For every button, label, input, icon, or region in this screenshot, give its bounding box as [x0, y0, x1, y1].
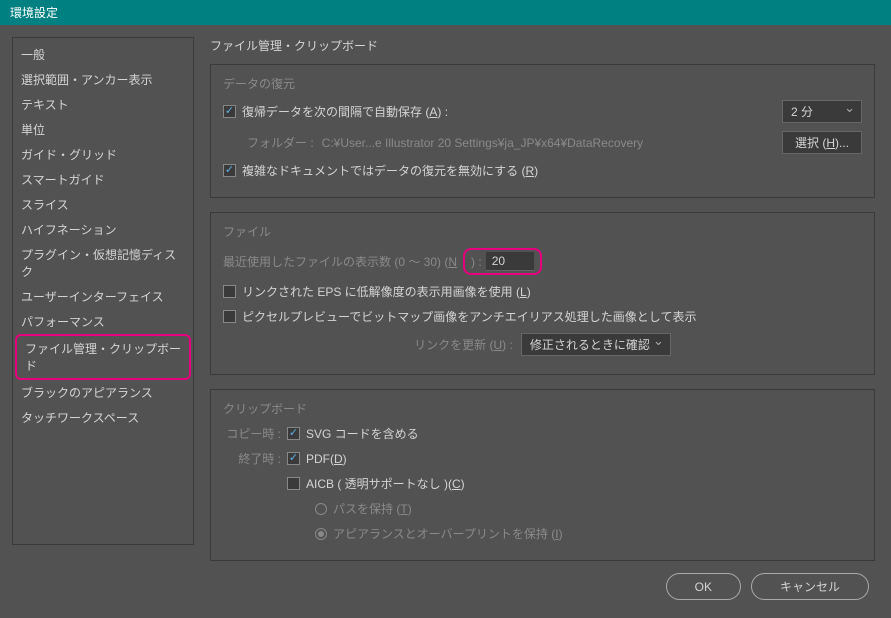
folder-label: フォルダー :: [247, 134, 314, 151]
group-label-clipboard: クリップボード: [223, 400, 862, 417]
group-file: ファイル 最近使用したファイルの表示数 (0 ～ 30) (N ) : リンクさ…: [210, 212, 875, 375]
sidebar-item-performance[interactable]: パフォーマンス: [13, 309, 193, 334]
eps-lowres-checkbox[interactable]: [223, 285, 236, 298]
preserve-appearance-radio[interactable]: [315, 528, 327, 540]
disable-complex-label: 複雑なドキュメントではデータの復元を無効にする (R): [242, 162, 538, 179]
group-clipboard: クリップボード コピー時 : SVG コードを含める 終了時 : PDF(D) …: [210, 389, 875, 561]
group-label-data-recovery: データの復元: [223, 75, 862, 92]
copy-label: コピー時 :: [223, 425, 281, 442]
folder-path: C:¥User...e Illustrator 20 Settings¥ja_J…: [322, 136, 644, 150]
sidebar-item-plugins-scratch[interactable]: プラグイン・仮想記憶ディスク: [13, 242, 193, 284]
svg-checkbox[interactable]: [287, 427, 300, 440]
aicb-checkbox[interactable]: [287, 477, 300, 490]
recent-files-label: 最近使用したファイルの表示数 (0 ～ 30) (N: [223, 253, 457, 270]
sidebar-item-touch-workspace[interactable]: タッチワークスペース: [13, 405, 193, 430]
aicb-label: AICB ( 透明サポートなし )(C): [306, 475, 465, 492]
update-links-select[interactable]: 修正されるときに確認: [521, 333, 671, 356]
dialog-footer: OK キャンセル: [666, 573, 869, 600]
dialog-title: 環境設定: [0, 0, 891, 25]
pixel-antialias-label: ピクセルプレビューでビットマップ画像をアンチエイリアス処理した画像として表示: [242, 308, 696, 325]
preserve-path-radio[interactable]: [315, 503, 327, 515]
category-sidebar: 一般 選択範囲・アンカー表示 テキスト 単位 ガイド・グリッド スマートガイド …: [12, 37, 194, 545]
svg-label: SVG コードを含める: [306, 425, 419, 442]
sidebar-item-hyphenation[interactable]: ハイフネーション: [13, 217, 193, 242]
recent-files-input[interactable]: [486, 252, 534, 271]
pdf-checkbox[interactable]: [287, 452, 300, 465]
ok-button[interactable]: OK: [666, 573, 741, 600]
group-data-recovery: データの復元 復帰データを次の間隔で自動保存 (A) : 2 分 フォルダー :…: [210, 64, 875, 198]
sidebar-item-file-clipboard[interactable]: ファイル管理・クリップボード: [15, 334, 191, 380]
sidebar-item-smart-guides[interactable]: スマートガイド: [13, 167, 193, 192]
preserve-appearance-label: アピアランスとオーバープリントを保持 (I): [333, 525, 563, 542]
pixel-antialias-checkbox[interactable]: [223, 310, 236, 323]
sidebar-item-units[interactable]: 単位: [13, 117, 193, 142]
autosave-label: 復帰データを次の間隔で自動保存 (A) :: [242, 103, 448, 120]
preserve-path-label: パスを保持 (T): [333, 500, 412, 517]
autosave-interval-select[interactable]: 2 分: [782, 100, 862, 123]
sidebar-item-selection[interactable]: 選択範囲・アンカー表示: [13, 67, 193, 92]
sidebar-item-black-appearance[interactable]: ブラックのアピアランス: [13, 380, 193, 405]
disable-complex-checkbox[interactable]: [223, 164, 236, 177]
sidebar-item-slices[interactable]: スライス: [13, 192, 193, 217]
pdf-label: PDF(D): [306, 452, 347, 466]
sidebar-item-text[interactable]: テキスト: [13, 92, 193, 117]
cancel-button[interactable]: キャンセル: [751, 573, 869, 600]
group-label-file: ファイル: [223, 223, 862, 240]
panel-heading: ファイル管理・クリップボード: [210, 37, 875, 54]
quit-label: 終了時 :: [223, 450, 281, 467]
sidebar-item-guides-grid[interactable]: ガイド・グリッド: [13, 142, 193, 167]
recent-files-highlight: ) :: [463, 248, 542, 275]
sidebar-item-general[interactable]: 一般: [13, 42, 193, 67]
autosave-checkbox[interactable]: [223, 105, 236, 118]
eps-lowres-label: リンクされた EPS に低解像度の表示用画像を使用 (L): [242, 283, 531, 300]
choose-folder-button[interactable]: 選択 (H)...: [782, 131, 862, 154]
sidebar-item-ui[interactable]: ユーザーインターフェイス: [13, 284, 193, 309]
update-links-label: リンクを更新 (U) :: [414, 336, 513, 353]
